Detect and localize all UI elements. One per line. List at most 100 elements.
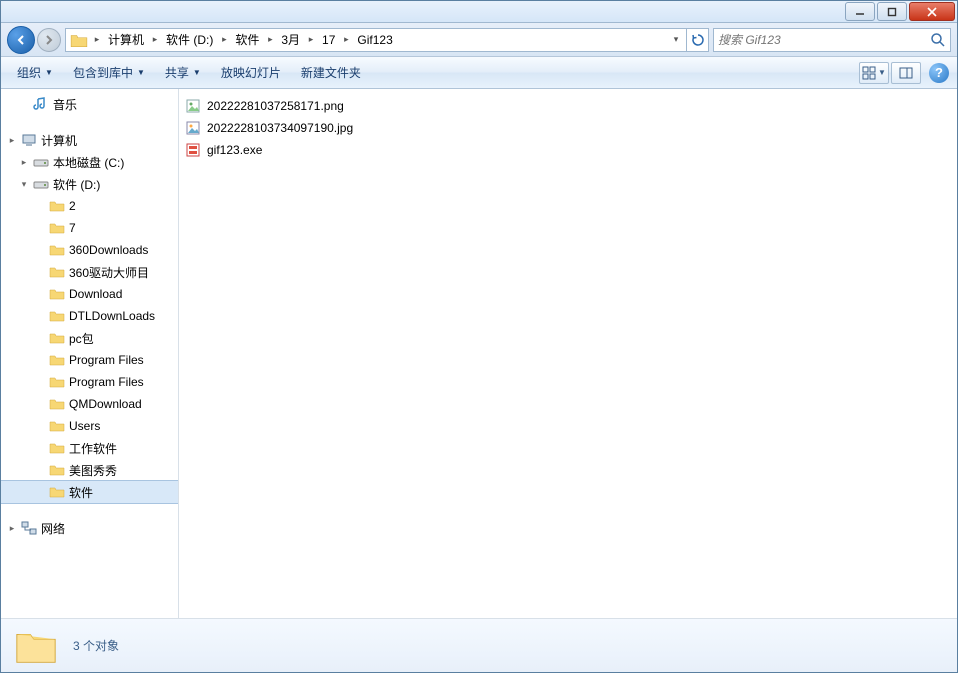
refresh-button[interactable] [687, 28, 709, 52]
sidebar-item-label: pc包 [69, 330, 94, 347]
search-icon[interactable] [930, 32, 946, 48]
music-icon [33, 96, 49, 112]
file-type-icon [185, 98, 201, 114]
navbar: ▸ 计算机 ▸ 软件 (D:) ▸ 软件 ▸ 3月 ▸ 17 ▸ Gif123 … [1, 23, 957, 57]
sidebar-item-folder[interactable]: 2 [1, 195, 178, 217]
share-menu[interactable]: 共享▼ [157, 60, 209, 85]
sidebar-item-label: Program Files [69, 375, 144, 389]
details-pane: 3 个对象 [1, 618, 957, 672]
expand-icon[interactable]: ▸ [7, 135, 17, 146]
collapse-icon[interactable]: ▾ [19, 179, 29, 190]
nav-buttons [7, 26, 61, 54]
file-type-icon [185, 142, 201, 158]
chevron-down-icon: ▼ [137, 68, 145, 77]
sidebar-item-folder[interactable]: 工作软件 [1, 437, 178, 459]
breadcrumb[interactable]: ▸ 计算机 ▸ 软件 (D:) ▸ 软件 ▸ 3月 ▸ 17 ▸ Gif123 … [65, 28, 687, 52]
chevron-down-icon: ▼ [193, 68, 201, 77]
maximize-button[interactable] [877, 2, 907, 21]
view-buttons: ▼ [859, 62, 921, 84]
breadcrumb-segment[interactable]: 软件 (D:) [162, 29, 217, 51]
sidebar-item-folder[interactable]: 360驱动大师目 [1, 261, 178, 283]
toolbar-label: 新建文件夹 [301, 64, 361, 81]
sidebar-item-folder[interactable]: Program Files [1, 349, 178, 371]
sidebar-item-label: 软件 [69, 484, 93, 501]
sidebar-item-folder[interactable]: DTLDownLoads [1, 305, 178, 327]
file-name: 20222281037258171.png [207, 99, 344, 113]
chevron-right-icon[interactable]: ▸ [263, 29, 277, 51]
minimize-button[interactable] [845, 2, 875, 21]
slideshow-button[interactable]: 放映幻灯片 [213, 60, 289, 85]
file-list[interactable]: 20222281037258171.png 2022228103734097190… [179, 89, 957, 618]
sidebar-item-label: Program Files [69, 353, 144, 367]
file-item[interactable]: 20222281037258171.png [183, 95, 953, 117]
explorer-window: ▸ 计算机 ▸ 软件 (D:) ▸ 软件 ▸ 3月 ▸ 17 ▸ Gif123 … [0, 0, 958, 673]
sidebar-item-computer[interactable]: ▸ 计算机 [1, 129, 178, 151]
sidebar-item-folder[interactable]: Download [1, 283, 178, 305]
folder-icon [49, 484, 65, 500]
chevron-right-icon[interactable]: ▸ [339, 29, 353, 51]
chevron-down-icon[interactable]: ▾ [668, 29, 684, 51]
sidebar-item-network[interactable]: ▸ 网络 [1, 517, 178, 539]
sidebar-item-music[interactable]: 音乐 [1, 93, 178, 115]
toolbar-label: 组织 [17, 64, 41, 81]
chevron-right-icon[interactable]: ▸ [304, 29, 318, 51]
folder-icon [49, 374, 65, 390]
new-folder-button[interactable]: 新建文件夹 [293, 60, 369, 85]
organize-menu[interactable]: 组织▼ [9, 60, 61, 85]
file-name: 2022228103734097190.jpg [207, 121, 353, 135]
drive-icon [33, 154, 49, 170]
sidebar-item-label: 网络 [41, 520, 65, 537]
expand-icon[interactable]: ▸ [19, 157, 29, 168]
folder-icon [49, 286, 65, 302]
breadcrumb-segment[interactable]: Gif123 [353, 29, 396, 51]
sidebar-item-folder[interactable]: 7 [1, 217, 178, 239]
titlebar [1, 1, 957, 23]
main-area: 音乐 ▸ 计算机 ▸ 本地磁盘 (C:) ▾ 软件 (D:) 2 7360Down… [1, 89, 957, 618]
sidebar-item-label: 2 [69, 199, 76, 213]
chevron-right-icon[interactable]: ▸ [90, 29, 104, 51]
sidebar-item-folder[interactable]: pc包 [1, 327, 178, 349]
include-library-menu[interactable]: 包含到库中 ▼ [65, 60, 153, 85]
sidebar-item-drive-c[interactable]: ▸ 本地磁盘 (C:) [1, 151, 178, 173]
sidebar-item-label: DTLDownLoads [69, 309, 155, 323]
toolbar-label: 放映幻灯片 [221, 64, 281, 81]
toolbar-label: 包含到库中 [73, 64, 133, 81]
folder-icon [49, 440, 65, 456]
sidebar-item-folder[interactable]: 软件 [1, 481, 178, 503]
sidebar-item-folder[interactable]: QMDownload [1, 393, 178, 415]
breadcrumb-segment[interactable]: 软件 [231, 29, 263, 51]
folder-icon [49, 462, 65, 478]
file-item[interactable]: gif123.exe [183, 139, 953, 161]
drive-icon [33, 176, 49, 192]
chevron-right-icon[interactable]: ▸ [217, 29, 231, 51]
forward-button[interactable] [37, 28, 61, 52]
sidebar-item-folder[interactable]: Program Files [1, 371, 178, 393]
view-mode-button[interactable]: ▼ [859, 62, 889, 84]
sidebar-item-label: 本地磁盘 (C:) [53, 154, 124, 171]
breadcrumb-segment[interactable]: 17 [318, 29, 339, 51]
folder-icon [49, 242, 65, 258]
sidebar-item-label: Users [69, 419, 100, 433]
search-field[interactable] [718, 33, 930, 47]
preview-pane-button[interactable] [891, 62, 921, 84]
sidebar-item-label: 工作软件 [69, 440, 117, 457]
close-button[interactable] [909, 2, 955, 21]
help-button[interactable]: ? [929, 63, 949, 83]
file-type-icon [185, 120, 201, 136]
breadcrumb-segment[interactable]: 3月 [277, 29, 304, 51]
sidebar-item-folder[interactable]: Users [1, 415, 178, 437]
file-item[interactable]: 2022228103734097190.jpg [183, 117, 953, 139]
sidebar-item-label: QMDownload [69, 397, 142, 411]
breadcrumb-segment[interactable]: 计算机 [104, 29, 148, 51]
sidebar-item-folder[interactable]: 美图秀秀 [1, 459, 178, 481]
chevron-right-icon[interactable]: ▸ [148, 29, 162, 51]
expand-icon[interactable]: ▸ [7, 523, 17, 534]
computer-icon [21, 132, 37, 148]
sidebar-item-drive-d[interactable]: ▾ 软件 (D:) [1, 173, 178, 195]
back-button[interactable] [7, 26, 35, 54]
sidebar-item-label: 美图秀秀 [69, 462, 117, 479]
network-icon [21, 520, 37, 536]
search-input[interactable] [713, 28, 951, 52]
sidebar-item-label: 音乐 [53, 96, 77, 113]
sidebar-item-folder[interactable]: 360Downloads [1, 239, 178, 261]
